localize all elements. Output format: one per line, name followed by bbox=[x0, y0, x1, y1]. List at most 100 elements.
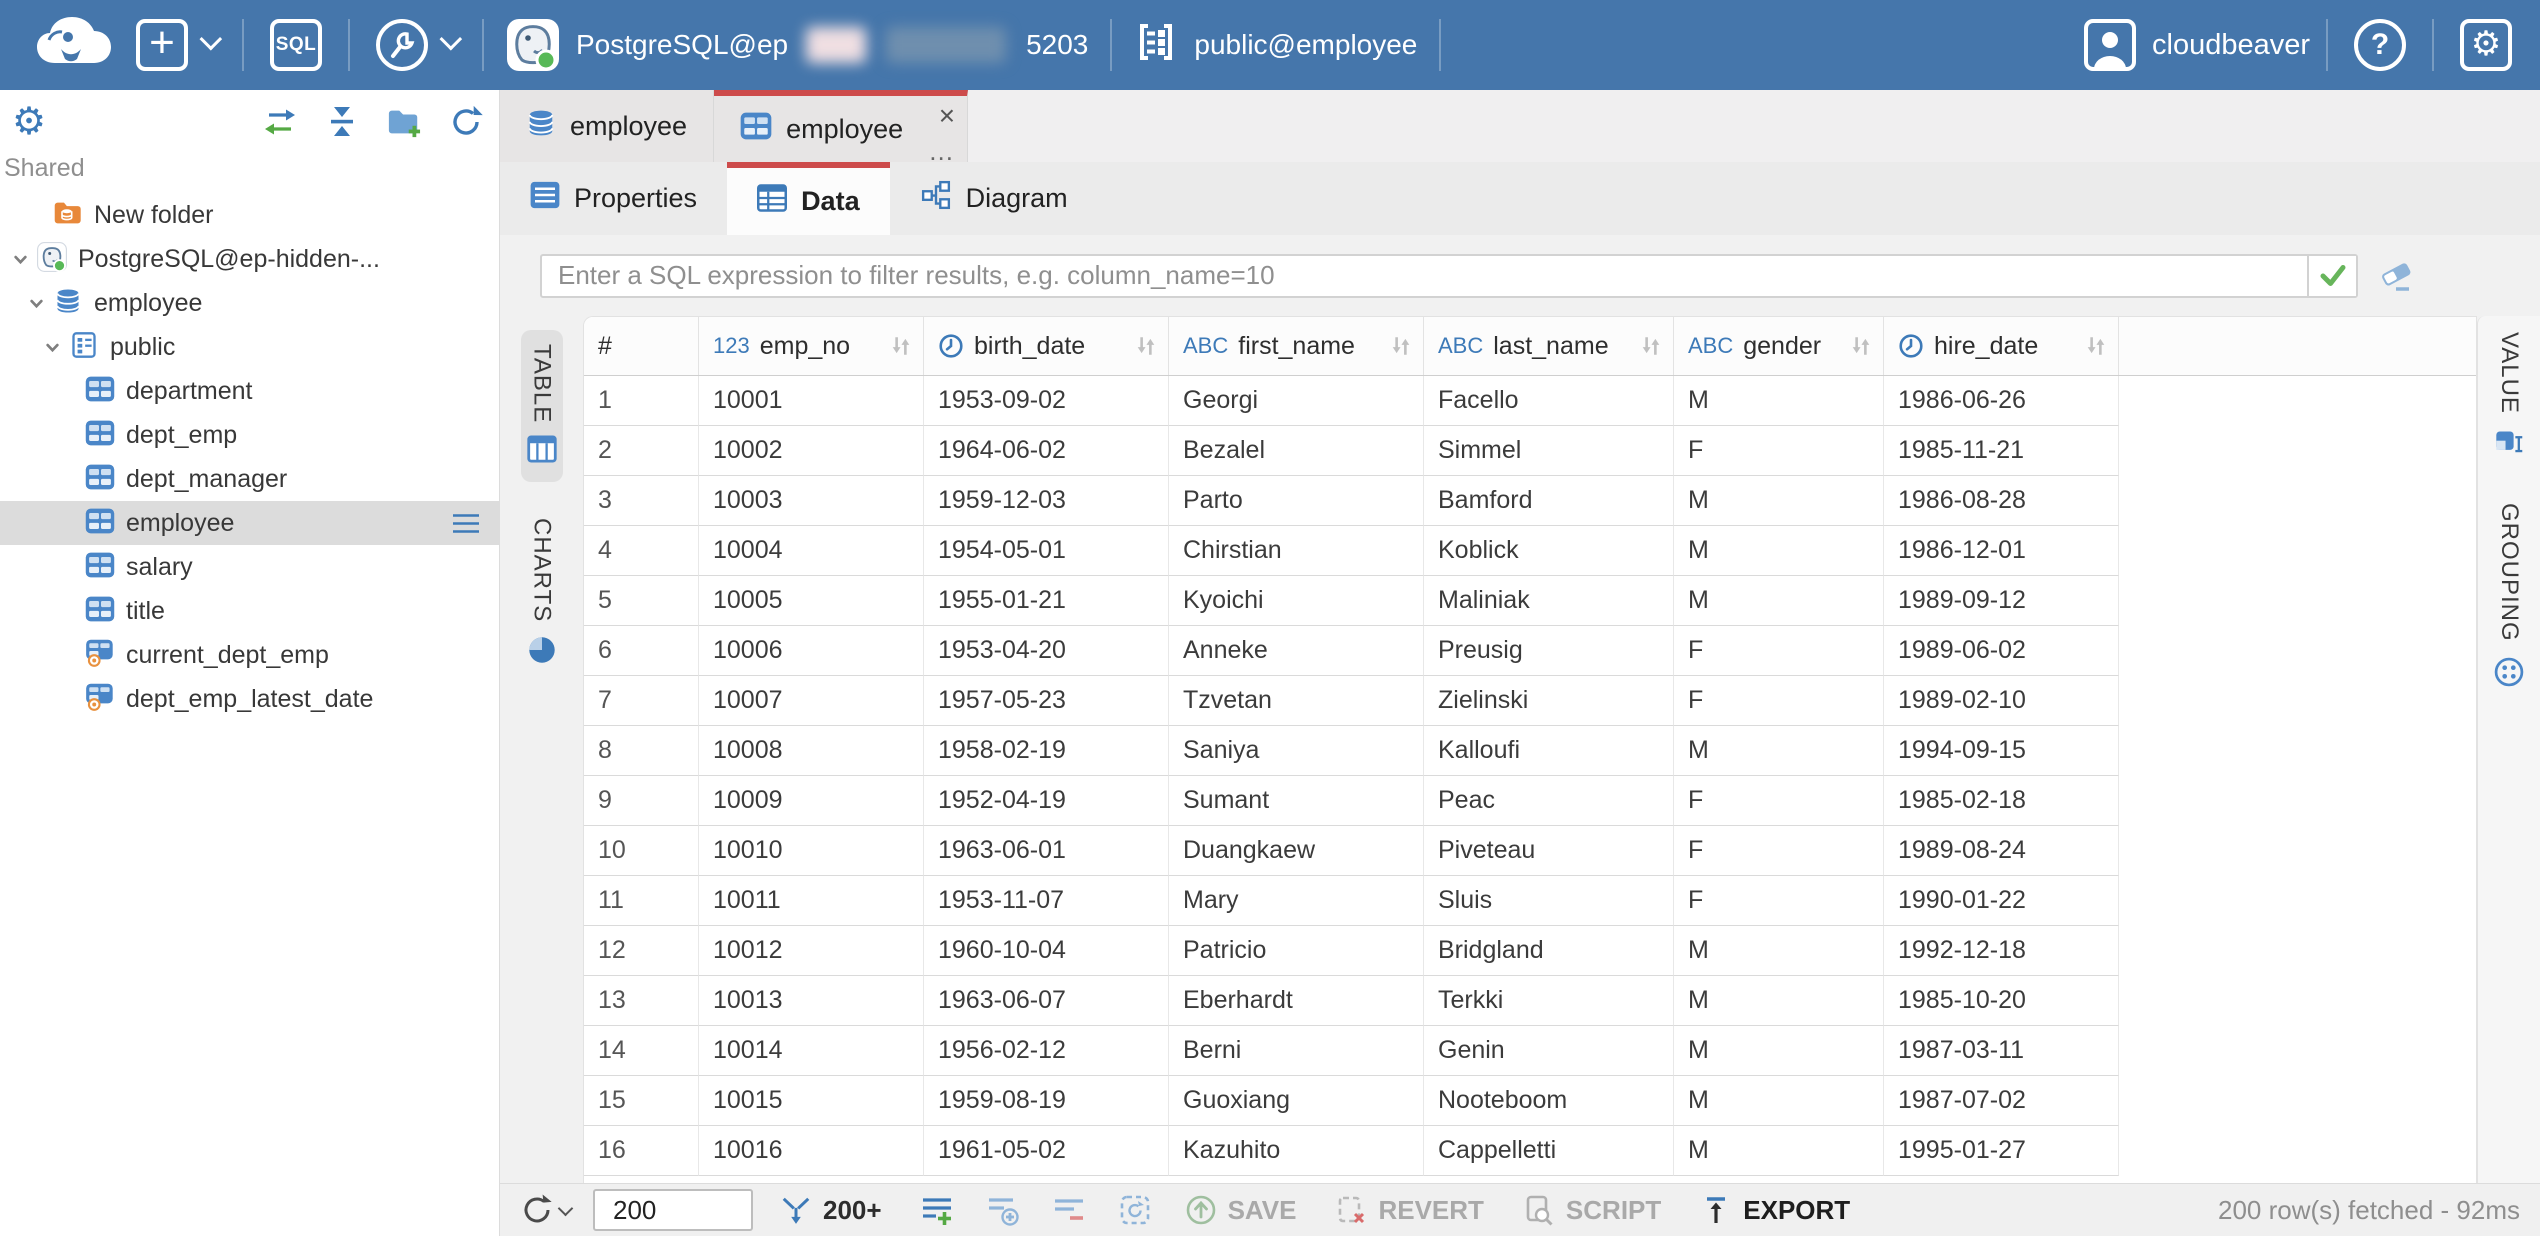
row-number-cell[interactable]: 5 bbox=[584, 576, 699, 626]
cell-first-name[interactable]: Berni bbox=[1169, 1026, 1424, 1076]
cell-last-name[interactable]: Sluis bbox=[1424, 876, 1674, 926]
cell-hire-date[interactable]: 1986-06-26 bbox=[1884, 376, 2119, 426]
expand-chevron-icon[interactable] bbox=[8, 251, 32, 268]
cell-gender[interactable]: M bbox=[1674, 526, 1884, 576]
tab-properties[interactable]: Properties bbox=[500, 162, 727, 235]
sort-icon[interactable] bbox=[1841, 334, 1873, 358]
cell-first-name[interactable]: Duangkaew bbox=[1169, 826, 1424, 876]
help-button[interactable]: ? bbox=[2344, 0, 2416, 90]
sort-icon[interactable] bbox=[1381, 334, 1413, 358]
tree-node[interactable]: dept_emp_latest_date bbox=[0, 677, 499, 721]
new-folder-icon[interactable] bbox=[387, 105, 421, 139]
cell-birth-date[interactable]: 1961-05-02 bbox=[924, 1126, 1169, 1176]
cell-last-name[interactable]: Bamford bbox=[1424, 476, 1674, 526]
cell-emp-no[interactable]: 10013 bbox=[699, 976, 924, 1026]
cell-first-name[interactable]: Patricio bbox=[1169, 926, 1424, 976]
cell-gender[interactable]: F bbox=[1674, 826, 1884, 876]
cell-emp-no[interactable]: 10002 bbox=[699, 426, 924, 476]
node-menu-icon[interactable] bbox=[451, 513, 481, 539]
cell-emp-no[interactable]: 10007 bbox=[699, 676, 924, 726]
tree-node[interactable]: New folder bbox=[0, 193, 499, 237]
cell-emp-no[interactable]: 10001 bbox=[699, 376, 924, 426]
cell-emp-no[interactable]: 10003 bbox=[699, 476, 924, 526]
revert-button[interactable]: REVERT bbox=[1334, 1193, 1483, 1227]
eraser-icon[interactable] bbox=[2376, 256, 2416, 296]
cell-gender[interactable]: M bbox=[1674, 376, 1884, 426]
cell-first-name[interactable]: Guoxiang bbox=[1169, 1076, 1424, 1126]
cell-hire-date[interactable]: 1989-02-10 bbox=[1884, 676, 2119, 726]
export-button[interactable]: EXPORT bbox=[1699, 1193, 1850, 1227]
cell-hire-date[interactable]: 1994-09-15 bbox=[1884, 726, 2119, 776]
column-header[interactable]: ABC last_name bbox=[1424, 317, 1674, 375]
expand-chevron-icon[interactable] bbox=[24, 295, 48, 312]
tab-diagram[interactable]: Diagram bbox=[890, 162, 1098, 235]
row-number-cell[interactable]: 16 bbox=[584, 1126, 699, 1176]
row-number-cell[interactable]: 9 bbox=[584, 776, 699, 826]
tree-node[interactable]: employee bbox=[0, 281, 499, 325]
row-number-cell[interactable]: 11 bbox=[584, 876, 699, 926]
cell-hire-date[interactable]: 1995-01-27 bbox=[1884, 1126, 2119, 1176]
cell-birth-date[interactable]: 1953-11-07 bbox=[924, 876, 1169, 926]
sidebar-settings-icon[interactable]: ⚙ bbox=[12, 104, 46, 140]
cell-hire-date[interactable]: 1987-07-02 bbox=[1884, 1076, 2119, 1126]
tree-node[interactable]: title bbox=[0, 589, 499, 633]
duplicate-row-button[interactable] bbox=[986, 1193, 1020, 1227]
tab-value-panel[interactable]: VALUE bbox=[2494, 332, 2524, 463]
close-icon[interactable]: × bbox=[939, 102, 955, 130]
cell-emp-no[interactable]: 10011 bbox=[699, 876, 924, 926]
tab-data[interactable]: Data bbox=[727, 162, 890, 235]
tree-node[interactable]: current_dept_emp bbox=[0, 633, 499, 677]
cell-gender[interactable]: M bbox=[1674, 976, 1884, 1026]
cell-last-name[interactable]: Facello bbox=[1424, 376, 1674, 426]
tab-employee-object[interactable]: employee bbox=[500, 90, 714, 162]
cell-emp-no[interactable]: 10016 bbox=[699, 1126, 924, 1176]
apply-filter-icon[interactable] bbox=[2307, 256, 2356, 296]
cell-gender[interactable]: F bbox=[1674, 676, 1884, 726]
cloudbeaver-logo[interactable] bbox=[22, 15, 126, 76]
cell-last-name[interactable]: Kalloufi bbox=[1424, 726, 1674, 776]
cell-hire-date[interactable]: 1986-08-28 bbox=[1884, 476, 2119, 526]
sql-editor-button[interactable]: SQL bbox=[260, 0, 332, 90]
cell-gender[interactable]: M bbox=[1674, 1026, 1884, 1076]
cell-emp-no[interactable]: 10010 bbox=[699, 826, 924, 876]
fetch-more-button[interactable]: 200+ bbox=[779, 1193, 882, 1227]
cell-hire-date[interactable]: 1992-12-18 bbox=[1884, 926, 2119, 976]
tab-table-presentation[interactable]: TABLE bbox=[521, 330, 563, 482]
cell-gender[interactable]: F bbox=[1674, 776, 1884, 826]
user-menu[interactable]: cloudbeaver bbox=[2084, 19, 2310, 71]
cell-gender[interactable]: M bbox=[1674, 576, 1884, 626]
collapse-all-icon[interactable] bbox=[325, 105, 359, 139]
cell-last-name[interactable]: Terkki bbox=[1424, 976, 1674, 1026]
column-header[interactable]: ABC first_name bbox=[1169, 317, 1424, 375]
cell-birth-date[interactable]: 1958-02-19 bbox=[924, 726, 1169, 776]
cell-first-name[interactable]: Anneke bbox=[1169, 626, 1424, 676]
row-number-cell[interactable]: 7 bbox=[584, 676, 699, 726]
tree-node[interactable]: public bbox=[0, 325, 499, 369]
cell-hire-date[interactable]: 1985-10-20 bbox=[1884, 976, 2119, 1026]
cell-birth-date[interactable]: 1960-10-04 bbox=[924, 926, 1169, 976]
settings-button[interactable]: ⚙ bbox=[2450, 0, 2522, 90]
cell-birth-date[interactable]: 1956-02-12 bbox=[924, 1026, 1169, 1076]
connection-tools-button[interactable] bbox=[366, 0, 466, 90]
sort-icon[interactable] bbox=[881, 334, 913, 358]
cell-emp-no[interactable]: 10012 bbox=[699, 926, 924, 976]
connection-selector[interactable]: PostgreSQL@ep 5203 bbox=[500, 18, 1094, 72]
cell-last-name[interactable]: Koblick bbox=[1424, 526, 1674, 576]
cell-hire-date[interactable]: 1987-03-11 bbox=[1884, 1026, 2119, 1076]
cell-emp-no[interactable]: 10006 bbox=[699, 626, 924, 676]
tab-employee-table[interactable]: employee × … bbox=[714, 90, 968, 162]
cell-first-name[interactable]: Kazuhito bbox=[1169, 1126, 1424, 1176]
tree-node[interactable]: salary bbox=[0, 545, 499, 589]
cell-hire-date[interactable]: 1989-06-02 bbox=[1884, 626, 2119, 676]
cell-hire-date[interactable]: 1989-09-12 bbox=[1884, 576, 2119, 626]
cell-gender[interactable]: M bbox=[1674, 926, 1884, 976]
cell-emp-no[interactable]: 10009 bbox=[699, 776, 924, 826]
tree-node[interactable]: dept_emp bbox=[0, 413, 499, 457]
sort-icon[interactable] bbox=[2076, 334, 2108, 358]
cell-last-name[interactable]: Peac bbox=[1424, 776, 1674, 826]
cell-first-name[interactable]: Sumant bbox=[1169, 776, 1424, 826]
row-number-cell[interactable]: 13 bbox=[584, 976, 699, 1026]
row-number-cell[interactable]: 3 bbox=[584, 476, 699, 526]
add-row-button[interactable] bbox=[920, 1193, 954, 1227]
cell-last-name[interactable]: Zielinski bbox=[1424, 676, 1674, 726]
